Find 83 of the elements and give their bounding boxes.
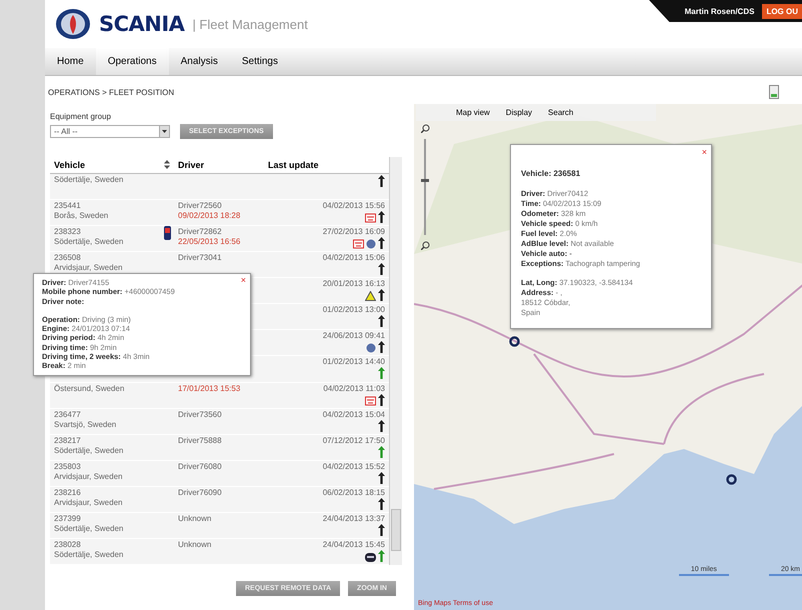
driver-name: Driver76090 (178, 488, 223, 498)
vehicle-location: Södertälje, Sweden (54, 524, 124, 534)
driver-timestamp: 09/02/2013 18:28 (178, 211, 242, 222)
update-time: 01/02/2013 13:00 (322, 305, 385, 316)
nav-tab[interactable]: Home (45, 48, 96, 75)
column-header[interactable]: Last update (268, 160, 385, 170)
brand-logo: SCANIA (99, 12, 184, 36)
driver-name: Driver76080 (178, 462, 223, 472)
vehicle-location: Södertälje, Sweden (54, 237, 124, 248)
tachograph-alert-icon (365, 213, 376, 224)
update-time: 07/12/2012 17:50 (322, 436, 385, 446)
zoom-in-icon[interactable] (420, 124, 430, 133)
vehicle-marker-icon[interactable] (726, 474, 737, 485)
tachograph-alert-icon (365, 396, 376, 406)
vehicle-id: 236477 (54, 410, 82, 420)
scrollbar[interactable] (389, 157, 402, 565)
breadcrumb: OPERATIONS > FLEET POSITION (48, 88, 174, 96)
card-icon (365, 552, 376, 562)
vehicle-location: Östersund, Sweden (54, 384, 126, 394)
update-time: 24/06/2013 09:41 (322, 331, 385, 342)
vehicle-marker-icon[interactable] (509, 336, 520, 347)
update-time: 01/02/2013 14:40 (322, 357, 385, 368)
driver-name: Driver73560 (178, 410, 223, 420)
driver-timestamp: 22/05/2013 16:56 (178, 237, 242, 248)
field-label: Equipment group (50, 112, 112, 121)
vehicle-id: 238323 (54, 227, 82, 238)
map-tab[interactable]: Search (548, 108, 574, 117)
update-time: 20/01/2013 16:13 (322, 279, 385, 290)
map-tab[interactable]: Map view (456, 108, 490, 117)
logout-button[interactable]: LOG OU (762, 4, 802, 18)
update-time: 24/04/2013 13:37 (322, 514, 385, 524)
vehicle-location: Arvidsjaur, Sweden (54, 472, 124, 482)
sort-icon[interactable] (164, 160, 170, 169)
close-button[interactable]: × (702, 147, 707, 157)
map-tab[interactable]: Display (506, 108, 532, 117)
driver-name: Unknown (178, 514, 212, 524)
document-icon[interactable] (769, 85, 779, 99)
vehicle-id: 238216 (54, 488, 82, 498)
update-time: 04/02/2013 15:06 (322, 253, 385, 264)
column-header[interactable]: Vehicle (54, 160, 164, 170)
vehicle-location: Södertälje, Sweden (54, 446, 124, 456)
status-dot-icon (366, 343, 376, 354)
griffin-logo-icon (55, 8, 91, 40)
driver-name: Driver75888 (178, 436, 223, 446)
nav-tab[interactable]: Analysis (168, 48, 230, 75)
driver-name: Driver72560 (178, 201, 223, 212)
nav-tab[interactable]: Settings (230, 48, 290, 75)
caret-icon (162, 130, 167, 133)
driver-name: Unknown (178, 540, 212, 550)
vehicle-location: Borås, Sweden (54, 211, 110, 222)
vehicle-id: 238028 (54, 540, 82, 550)
vehicle-id: 236508 (54, 253, 82, 264)
zoom-slider-thumb[interactable] (421, 179, 429, 182)
vehicle-location: Arvidsjaur, Sweden (54, 498, 124, 508)
zoom-out-icon[interactable] (420, 241, 430, 250)
update-time: 04/02/2013 11:03 (323, 384, 385, 394)
update-time: 04/02/2013 15:04 (322, 410, 385, 420)
equipment-group-dropdown[interactable]: -- All -- (50, 125, 170, 138)
update-time: 24/04/2013 15:45 (322, 540, 385, 550)
status-dot-icon (366, 239, 376, 250)
close-button[interactable]: × (240, 276, 246, 286)
popup-title: Vehicle: 236581 (521, 169, 582, 179)
vehicle-location: Södertälje, Sweden (54, 550, 124, 560)
vehicle-location: Arvidsjaur, Sweden (54, 263, 124, 274)
tachograph-alert-icon (353, 239, 364, 250)
warning-icon (365, 291, 376, 302)
column-header[interactable]: Driver (178, 160, 268, 170)
driver-name: Driver72862 (178, 227, 223, 238)
vehicle-id: 237399 (54, 514, 82, 524)
nav-tab[interactable]: Operations (96, 48, 169, 75)
update-time: 27/02/2013 16:09 (322, 227, 385, 238)
driver-timestamp: 17/01/2013 15:53 (178, 384, 242, 394)
update-time: 04/02/2013 15:52 (322, 462, 385, 472)
app-title: | Fleet Management (192, 16, 308, 32)
update-time: 06/02/2013 18:15 (322, 488, 385, 498)
vehicle-id: 235441 (54, 201, 82, 212)
vehicle-location: Svartsjö, Sweden (54, 420, 118, 430)
update-time: 04/02/2013 15:56 (322, 201, 385, 212)
vehicle-id: 238217 (54, 436, 82, 446)
vehicle-location: Södertälje, Sweden (54, 175, 124, 185)
vehicle-id: 235803 (54, 462, 82, 472)
driver-name: Driver73041 (178, 253, 223, 264)
user-name: Martin Rosen/CDS (684, 6, 754, 16)
